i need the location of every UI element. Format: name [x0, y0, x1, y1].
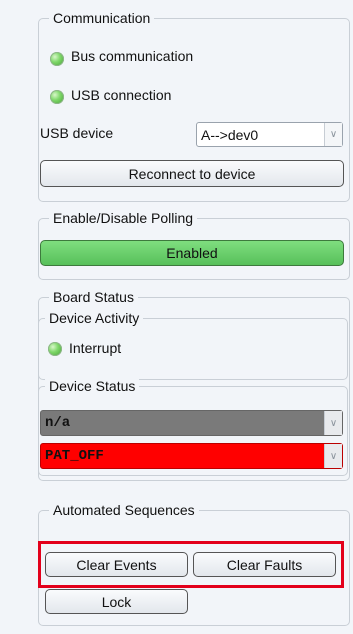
device-status-value-1: n/a [45, 415, 71, 431]
reconnect-button[interactable]: Reconnect to device [40, 160, 344, 187]
chevron-down-icon[interactable]: ∨ [324, 123, 342, 146]
interrupt-led-icon [48, 342, 62, 356]
device-activity-title: Device Activity [45, 310, 144, 326]
chevron-down-icon[interactable]: ∨ [324, 444, 342, 468]
lock-button[interactable]: Lock [45, 589, 188, 614]
polling-title: Enable/Disable Polling [49, 210, 198, 226]
clear-faults-button[interactable]: Clear Faults [193, 552, 336, 577]
device-status-field-2[interactable]: PAT_OFF ∨ [40, 443, 343, 469]
device-status-title: Device Status [45, 378, 140, 394]
clear-events-button[interactable]: Clear Events [45, 552, 188, 577]
automated-sequences-title: Automated Sequences [49, 502, 199, 518]
board-status-title: Board Status [49, 289, 138, 305]
device-status-value-2: PAT_OFF [45, 448, 104, 464]
device-status-field-1[interactable]: n/a ∨ [40, 410, 343, 436]
bus-communication-led-icon [50, 52, 64, 66]
chevron-down-icon[interactable]: ∨ [324, 411, 342, 435]
polling-toggle-button[interactable]: Enabled [40, 240, 344, 266]
usb-device-label: USB device [40, 125, 114, 141]
usb-device-select[interactable]: A-->dev0 ∨ [196, 122, 343, 147]
control-panel: Communication Bus communication USB conn… [0, 0, 353, 634]
interrupt-label: Interrupt [69, 340, 122, 356]
usb-connection-led-icon [50, 90, 64, 104]
usb-device-value: A-->dev0 [201, 126, 259, 143]
communication-title: Communication [49, 10, 155, 26]
bus-communication-label: Bus communication [71, 48, 194, 64]
usb-connection-label: USB connection [71, 87, 172, 103]
